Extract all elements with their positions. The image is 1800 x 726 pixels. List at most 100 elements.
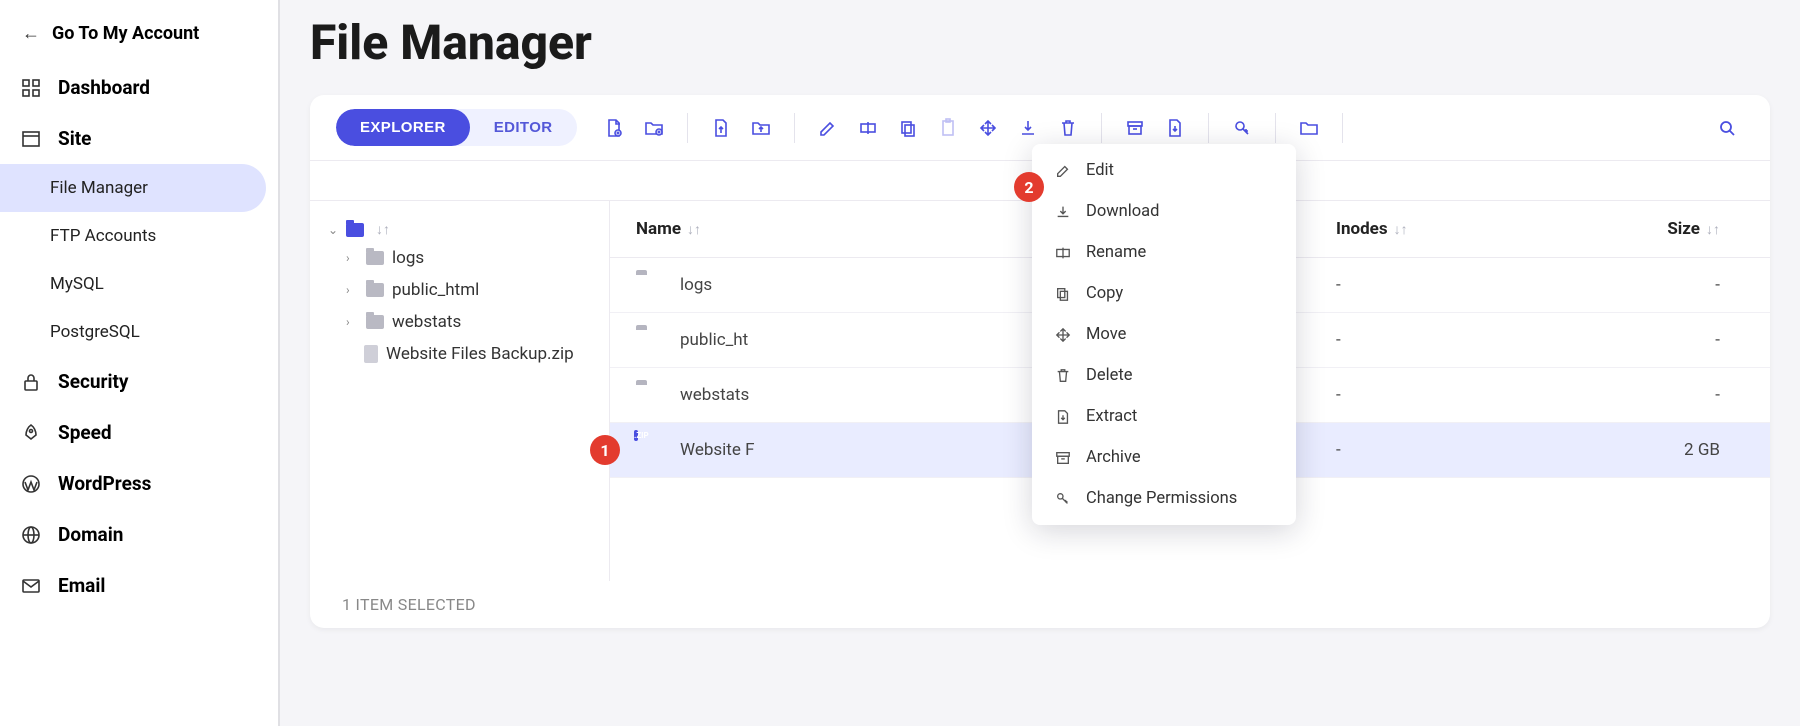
- sidebar-item-file-manager[interactable]: File Manager: [0, 164, 266, 212]
- toolbar-separator: [1101, 113, 1102, 143]
- header-size[interactable]: Size↓↑: [1496, 219, 1744, 239]
- toolbar-separator: [687, 113, 688, 143]
- dashboard-label: Dashboard: [58, 76, 150, 99]
- ctx-change-permissions[interactable]: Change Permissions: [1032, 478, 1296, 519]
- move-button[interactable]: [971, 111, 1005, 145]
- sort-icon: ↓↑: [687, 222, 701, 238]
- ctx-extract[interactable]: Extract: [1032, 396, 1296, 437]
- trash-icon: [1054, 367, 1072, 385]
- chevron-right-icon: ›: [346, 283, 358, 297]
- paste-button[interactable]: [931, 111, 965, 145]
- tree-item-logs[interactable]: › logs: [320, 242, 599, 274]
- tree-root[interactable]: ⌄ ↓↑: [320, 217, 599, 242]
- extract-icon: [1054, 408, 1072, 426]
- domain-label: Domain: [58, 523, 123, 546]
- key-icon: [1054, 490, 1072, 508]
- move-icon: [1054, 326, 1072, 344]
- page-title: File Manager: [310, 14, 1770, 71]
- ctx-rename[interactable]: Rename: [1032, 232, 1296, 273]
- header-inodes[interactable]: Inodes↓↑: [1306, 219, 1496, 239]
- arrow-left-icon: ←: [20, 22, 42, 44]
- ctx-edit[interactable]: Edit: [1032, 150, 1296, 191]
- back-label: Go To My Account: [52, 23, 199, 44]
- sidebar-item-email[interactable]: Email: [0, 560, 278, 611]
- site-icon: [20, 128, 42, 150]
- delete-button[interactable]: [1051, 111, 1085, 145]
- wordpress-icon: [20, 473, 42, 495]
- folder-icon: [366, 315, 384, 329]
- context-menu: Edit Download Rename Copy Move Delete Ex…: [1032, 144, 1296, 525]
- security-label: Security: [58, 370, 128, 393]
- speed-label: Speed: [58, 421, 112, 444]
- annotation-badge-2: 2: [1014, 172, 1044, 202]
- permissions-button[interactable]: [1225, 111, 1259, 145]
- folder-settings-button[interactable]: [1292, 111, 1326, 145]
- site-label: Site: [58, 127, 91, 150]
- sidebar-item-security[interactable]: Security: [0, 356, 278, 407]
- back-to-account-link[interactable]: ← Go To My Account: [0, 14, 278, 62]
- ctx-download[interactable]: Download: [1032, 191, 1296, 232]
- chevron-right-icon: ›: [346, 251, 358, 265]
- upload-folder-button[interactable]: [744, 111, 778, 145]
- sidebar-item-site[interactable]: Site: [0, 113, 278, 164]
- edit-button[interactable]: [811, 111, 845, 145]
- rename-button[interactable]: [851, 111, 885, 145]
- new-file-button[interactable]: [597, 111, 631, 145]
- dashboard-icon: [20, 77, 42, 99]
- ctx-move[interactable]: Move: [1032, 314, 1296, 355]
- sidebar-item-ftp-accounts[interactable]: FTP Accounts: [0, 212, 278, 260]
- sidebar-item-domain[interactable]: Domain: [0, 509, 278, 560]
- copy-icon: [1054, 285, 1072, 303]
- main-content: File Manager EXPLORER EDITOR: [280, 0, 1800, 726]
- header-name[interactable]: Name↓↑: [636, 219, 946, 239]
- sidebar-item-wordpress[interactable]: WordPress: [0, 458, 278, 509]
- editor-tab[interactable]: EDITOR: [470, 109, 577, 146]
- sort-icon: ↓↑: [1706, 222, 1720, 238]
- toolbar-separator: [794, 113, 795, 143]
- file-icon: [364, 345, 378, 363]
- tree-item-webstats[interactable]: › webstats: [320, 306, 599, 338]
- rocket-icon: [20, 422, 42, 444]
- ctx-archive[interactable]: Archive: [1032, 437, 1296, 478]
- sidebar-item-postgresql[interactable]: PostgreSQL: [0, 308, 278, 356]
- pencil-icon: [1054, 162, 1072, 180]
- wordpress-label: WordPress: [58, 472, 151, 495]
- explorer-editor-segment: EXPLORER EDITOR: [336, 109, 577, 146]
- toolbar-separator: [1208, 113, 1209, 143]
- email-label: Email: [58, 574, 105, 597]
- ctx-delete[interactable]: Delete: [1032, 355, 1296, 396]
- download-icon: [1054, 203, 1072, 221]
- tree-item-public-html[interactable]: › public_html: [320, 274, 599, 306]
- sort-icon[interactable]: ↓↑: [376, 221, 390, 238]
- archive-button[interactable]: [1118, 111, 1152, 145]
- folder-tree: ⌄ ↓↑ › logs › public_html: [310, 201, 610, 581]
- search-button[interactable]: [1710, 111, 1744, 145]
- folder-icon: [346, 223, 364, 237]
- upload-file-button[interactable]: [704, 111, 738, 145]
- lock-icon: [20, 371, 42, 393]
- archive-icon: [1054, 449, 1072, 467]
- folder-icon: [366, 283, 384, 297]
- status-bar: 1 ITEM SELECTED: [310, 581, 1770, 628]
- rename-icon: [1054, 244, 1072, 262]
- toolbar-separator: [1275, 113, 1276, 143]
- selection-status: 1 ITEM SELECTED: [342, 595, 476, 614]
- sidebar-item-speed[interactable]: Speed: [0, 407, 278, 458]
- mail-icon: [20, 575, 42, 597]
- download-button[interactable]: [1011, 111, 1045, 145]
- explorer-tab[interactable]: EXPLORER: [336, 109, 470, 146]
- chevron-right-icon: ›: [346, 315, 358, 329]
- chevron-down-icon: ⌄: [328, 223, 340, 237]
- sort-icon: ↓↑: [1394, 222, 1408, 238]
- copy-button[interactable]: [891, 111, 925, 145]
- globe-icon: [20, 524, 42, 546]
- extract-button[interactable]: [1158, 111, 1192, 145]
- new-folder-button[interactable]: [637, 111, 671, 145]
- tree-item-backup-zip[interactable]: Website Files Backup.zip: [320, 338, 599, 370]
- folder-icon: [366, 251, 384, 265]
- toolbar-separator: [1342, 113, 1343, 143]
- sidebar-item-mysql[interactable]: MySQL: [0, 260, 278, 308]
- sidebar-item-dashboard[interactable]: Dashboard: [0, 62, 278, 113]
- ctx-copy[interactable]: Copy: [1032, 273, 1296, 314]
- annotation-badge-1: 1: [590, 435, 620, 465]
